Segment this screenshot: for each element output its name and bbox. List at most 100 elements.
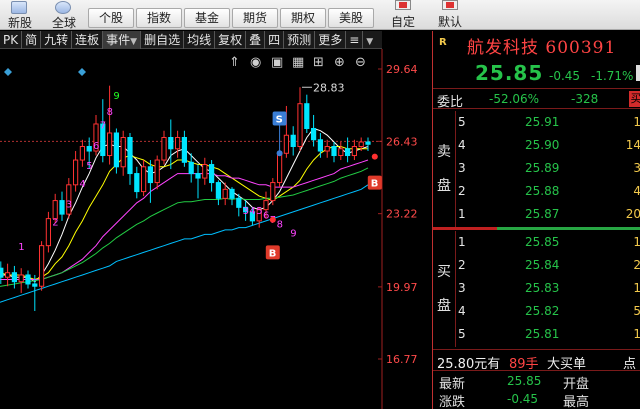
candle-down <box>195 173 201 179</box>
tool-ma[interactable]: 均线 <box>184 30 216 49</box>
tool-adjust[interactable]: 复权 <box>215 30 247 49</box>
buy-level: 5 <box>458 327 466 341</box>
candle-down <box>188 161 194 175</box>
stats-row: 最新 25.85 开盘 <box>433 373 640 392</box>
tool-overlay[interactable]: 叠 <box>246 30 266 49</box>
stats-row: 涨跌 -0.45 最高 <box>433 391 640 409</box>
arrow-up-icon[interactable]: ⇑ <box>229 55 240 70</box>
candle-up <box>140 166 147 193</box>
sell-price: 25.88 <box>525 184 560 198</box>
candle-up <box>106 132 113 157</box>
sell-level: 1 <box>458 207 466 221</box>
new-stock-button[interactable]: 新股 <box>0 0 40 30</box>
grid-icon[interactable]: ⊞ <box>313 55 324 70</box>
calendar-icon[interactable]: ▦ <box>292 55 304 70</box>
custom-button[interactable]: 自定 <box>388 0 418 30</box>
candle-down <box>134 173 140 193</box>
dropdown-arrow-icon: ▼ <box>130 36 138 47</box>
sell-row-5[interactable]: 5 25.91 1 <box>433 111 640 134</box>
stat-value: -0.45 <box>507 392 539 406</box>
buy-signal-dot <box>269 216 276 223</box>
td-count-label: 9 <box>290 229 296 240</box>
candle-up <box>154 159 160 184</box>
buy-volume: 5 <box>633 304 640 318</box>
tool-pk[interactable]: PK <box>0 30 23 49</box>
sell-volume: 3 <box>633 161 640 175</box>
big-order-hands: 89手 <box>509 357 539 372</box>
big-order-dot[interactable]: 点 <box>623 353 636 372</box>
bid-ask-bar-red <box>433 227 497 230</box>
r-badge: R <box>439 37 447 48</box>
buy-row-3[interactable]: 3 25.83 1 <box>433 277 640 300</box>
buy-row-5[interactable]: 5 25.81 1 <box>433 323 640 346</box>
options-button[interactable]: 期权 <box>280 8 326 28</box>
stock-button[interactable]: 个股 <box>88 8 134 28</box>
candle-down <box>229 188 235 199</box>
zoom-in-icon[interactable]: ⊕ <box>334 55 345 70</box>
buy-volume: 1 <box>633 281 640 295</box>
eye-icon[interactable]: ◉ <box>250 55 261 70</box>
buy-button[interactable]: 买 <box>629 91 640 107</box>
fund-button[interactable]: 基金 <box>184 8 230 28</box>
sell-level: 5 <box>458 115 466 129</box>
buy-level: 3 <box>458 281 466 295</box>
index-button[interactable]: 指数 <box>136 8 182 28</box>
buy-price: 25.83 <box>525 281 560 295</box>
buy-row-2[interactable]: 2 25.84 2 <box>433 254 640 277</box>
tool-nine-turn[interactable]: 九转 <box>41 30 73 49</box>
gift-icon[interactable]: ▣ <box>271 55 283 70</box>
candle-down <box>113 132 120 168</box>
us-stock-button[interactable]: 美股 <box>328 8 374 28</box>
side-tab[interactable] <box>636 65 640 81</box>
buy-row-1[interactable]: 1 25.85 1 <box>433 231 640 254</box>
candle-down <box>0 267 4 278</box>
new-stock-label: 新股 <box>7 16 32 30</box>
buy-row-4[interactable]: 4 25.82 5 <box>433 300 640 323</box>
main-toolbar: 新股 全球 个股 指数 基金 期货 期权 美股 自定 默认 <box>0 0 640 30</box>
td-count-label: 5 <box>86 161 92 172</box>
sell-row-4[interactable]: 4 25.90 14 <box>433 134 640 157</box>
buy-price: 25.85 <box>525 235 560 249</box>
stat-value: 25.85 <box>507 374 542 388</box>
global-label: 全球 <box>51 16 76 30</box>
tool-limit-board[interactable]: 连板 <box>72 30 104 49</box>
tool-remove-watch[interactable]: 删自选 <box>141 30 185 49</box>
sell-signal-text: S <box>276 114 283 125</box>
candle-up <box>338 148 344 157</box>
td-count-label: 8 <box>107 107 113 118</box>
tool-dropdown[interactable]: ▼ <box>363 31 376 49</box>
tool-more[interactable]: 更多 <box>315 30 347 49</box>
ratio-label: 委比 <box>437 95 464 110</box>
sell-row-2[interactable]: 2 25.88 4 <box>433 180 640 203</box>
stats-block: 最新 25.85 开盘 涨跌 -0.45 最高 <box>433 373 640 409</box>
tool-menu[interactable]: ≡ <box>346 30 364 49</box>
stat-key: 最高 <box>563 395 590 409</box>
td-count-label: 1 <box>18 242 24 253</box>
zoom-out-icon[interactable]: ⊖ <box>355 55 366 70</box>
candle-up <box>324 146 330 152</box>
td-count-label: 9 <box>113 91 119 102</box>
stock-name-code[interactable]: 航发科技 600391 <box>467 33 616 58</box>
kline-chart[interactable]: 123456789345678928.83SBB 29.6426.4323.22… <box>0 49 430 409</box>
candle-down <box>127 137 133 175</box>
candle-down <box>215 182 222 199</box>
candle-down <box>11 272 18 283</box>
price-row: 25.85 -0.45 -1.71% <box>433 61 640 89</box>
candle-down <box>208 164 215 184</box>
tool-simple[interactable]: 简 <box>22 30 42 49</box>
kline-svg[interactable]: 123456789345678928.83SBB 29.6426.4323.22… <box>0 49 430 409</box>
sell-row-3[interactable]: 3 25.89 3 <box>433 157 640 180</box>
sell-row-1[interactable]: 1 25.87 20 <box>433 203 640 226</box>
default-button[interactable]: 默认 <box>432 0 468 30</box>
globe-icon <box>55 1 71 14</box>
td-count-label: 6 <box>93 141 99 152</box>
tool-forecast[interactable]: 预测 <box>284 30 316 49</box>
td-count-label: 7 <box>100 120 106 131</box>
candle-down <box>304 103 310 129</box>
global-button[interactable]: 全球 <box>44 0 84 30</box>
candle-up <box>276 152 283 184</box>
candle-down <box>25 274 31 285</box>
tool-events[interactable]: 事件▼ <box>103 30 142 49</box>
tool-four[interactable]: 四 <box>265 30 285 49</box>
futures-button[interactable]: 期货 <box>232 8 278 28</box>
